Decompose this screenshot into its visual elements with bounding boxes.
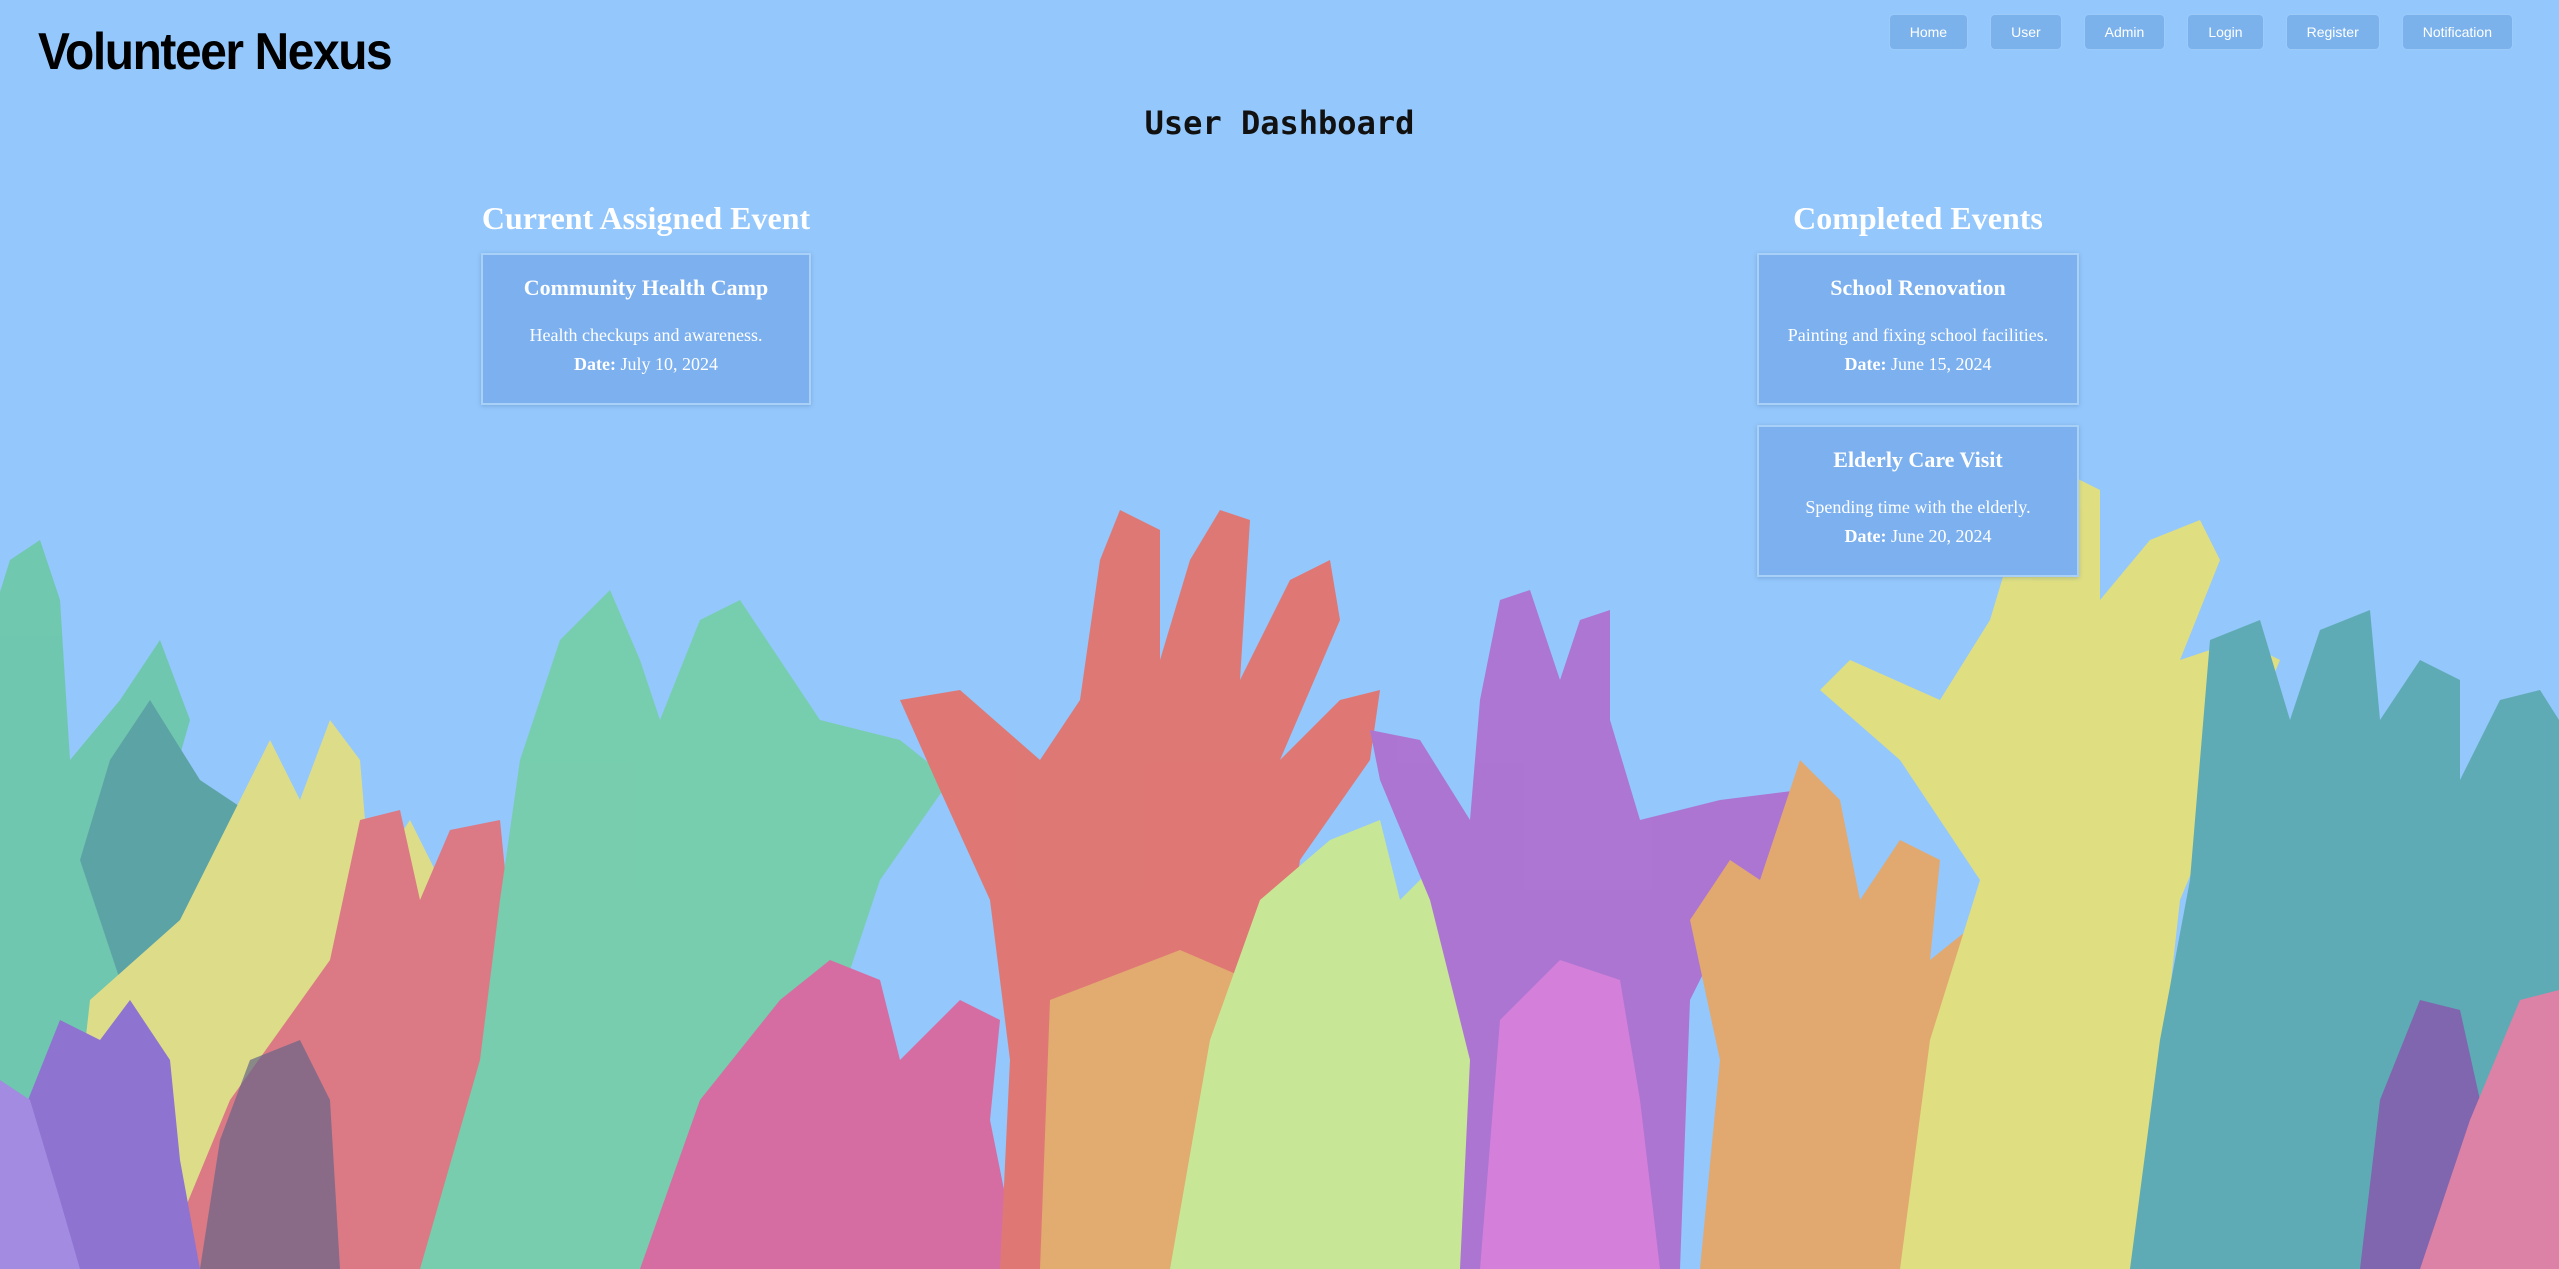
nav-register-button[interactable]: Register	[2286, 15, 2379, 49]
event-date: Date: June 20, 2024	[1769, 526, 2067, 547]
nav-user-button[interactable]: User	[1991, 15, 2061, 49]
brand-logo-text: Volunteer Nexus	[38, 23, 393, 81]
event-date-value: July 10, 2024	[620, 354, 718, 374]
event-date-label: Date:	[1844, 354, 1887, 374]
event-date: Date: June 15, 2024	[1769, 354, 2067, 375]
event-date-value: June 15, 2024	[1890, 354, 1992, 374]
nav-admin-button[interactable]: Admin	[2084, 15, 2165, 49]
event-card-elderly-care-visit: Elderly Care Visit Spending time with th…	[1757, 425, 2079, 577]
event-title: Elderly Care Visit	[1833, 447, 2003, 472]
completed-events-heading: Completed Events	[1793, 200, 2043, 236]
completed-events-section: Completed Events School Renovation Paint…	[1757, 200, 2079, 597]
top-nav: Home User Admin Login Register Notificat…	[1889, 15, 2512, 49]
event-card-school-renovation: School Renovation Painting and fixing sc…	[1757, 253, 2079, 405]
event-card-community-health-camp: Community Health Camp Health checkups an…	[481, 253, 811, 405]
nav-notification-button[interactable]: Notification	[2402, 15, 2512, 49]
raised-hands-background-illustration	[0, 470, 2559, 1269]
current-event-heading: Current Assigned Event	[481, 200, 811, 236]
event-title: Community Health Camp	[523, 275, 769, 300]
nav-home-button[interactable]: Home	[1889, 15, 1968, 49]
event-date-label: Date:	[574, 354, 616, 374]
event-description: Health checkups and awareness.	[529, 325, 763, 345]
current-assigned-event-section: Current Assigned Event Community Health …	[481, 200, 811, 425]
event-date-value: June 20, 2024	[1890, 526, 1992, 546]
event-date: Date: July 10, 2024	[493, 354, 799, 375]
event-title: School Renovation	[1830, 275, 2006, 300]
event-description: Spending time with the elderly.	[1805, 497, 2031, 517]
event-description: Painting and fixing school facilities.	[1787, 325, 2049, 345]
page-title: User Dashboard	[1144, 104, 1415, 142]
nav-login-button[interactable]: Login	[2188, 15, 2263, 49]
event-date-label: Date:	[1844, 526, 1887, 546]
